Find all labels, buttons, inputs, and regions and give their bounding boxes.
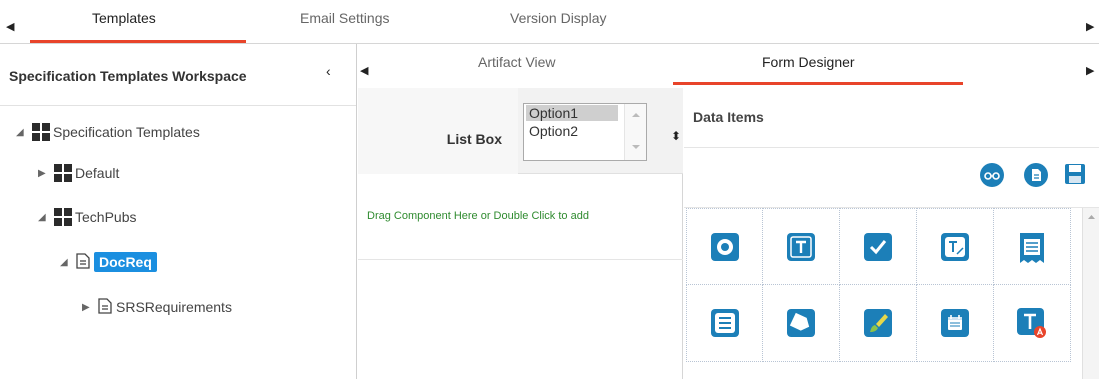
collapsed-toggle-icon[interactable]: ▶: [38, 168, 54, 179]
list-box-icon: [710, 309, 739, 337]
list-box-option[interactable]: Option2: [526, 123, 618, 139]
document-icon: [76, 252, 90, 272]
grid-icon: [54, 164, 72, 182]
tree-node-techpubs[interactable]: ◢ TechPubs: [38, 204, 136, 230]
active-tab-underline: [673, 82, 963, 85]
rich-text-component[interactable]: [917, 208, 994, 285]
rich-text-icon: [941, 232, 969, 261]
scroll-up-arrow-icon[interactable]: [1083, 208, 1099, 228]
scroll-right-arrow-icon[interactable]: ▶: [1086, 22, 1094, 33]
list-box-option-selected[interactable]: Option1: [526, 105, 618, 121]
templates-workspace-panel: Specification Templates Workspace ‹ ◢ Sp…: [0, 44, 357, 379]
tree-node-default[interactable]: ▶ Default: [38, 160, 119, 186]
tree-node-label: TechPubs: [75, 209, 137, 225]
collapsed-toggle-icon[interactable]: ▶: [82, 302, 98, 313]
list-box-component[interactable]: [686, 285, 763, 362]
text-area-icon: [1020, 232, 1044, 263]
designer-tab-bar: ◀ Artifact View Form Designer ▶: [358, 44, 1099, 88]
tree-node-label: SRSRequirements: [116, 299, 232, 315]
tree-node-label-selected: DocReq: [94, 252, 157, 272]
document-icon: [98, 297, 112, 317]
scroll-left-arrow-icon[interactable]: ◀: [6, 22, 14, 33]
list-box-field-row[interactable]: List Box Option1 Option2 ⬍: [358, 88, 683, 174]
drop-zone[interactable]: Drag Component Here or Double Click to a…: [358, 174, 683, 260]
field-label-cell: List Box: [358, 88, 518, 174]
checkbox-icon: [864, 232, 892, 261]
data-items-header: Data Items: [684, 88, 1099, 148]
tag-component[interactable]: [763, 285, 840, 362]
tree-node-label: Specification Templates: [53, 124, 200, 140]
color-picker-component[interactable]: [840, 285, 917, 362]
scroll-right-arrow-icon[interactable]: ▶: [1086, 66, 1094, 77]
expanded-toggle-icon[interactable]: ◢: [38, 212, 54, 223]
drop-zone-hint: Drag Component Here or Double Click to a…: [367, 210, 589, 222]
list-box-control[interactable]: Option1 Option2: [523, 103, 647, 161]
radio-button-icon: [710, 232, 739, 261]
grid-icon: [32, 123, 50, 141]
workspace-title: Specification Templates Workspace: [9, 68, 247, 84]
radio-button-component[interactable]: [686, 208, 763, 285]
scroll-arrows-icon: [632, 113, 640, 149]
tab-email-settings[interactable]: Email Settings: [300, 10, 389, 26]
form-design-canvas: List Box Option1 Option2 ⬍ Drag Componen…: [358, 88, 683, 379]
calendar-icon: [941, 309, 969, 337]
save-icon[interactable]: [1064, 163, 1086, 190]
tab-version-display[interactable]: Version Display: [510, 10, 607, 26]
text-field-icon: [787, 232, 815, 261]
checkbox-component[interactable]: [840, 208, 917, 285]
data-items-toolbar: [684, 148, 1099, 208]
tree-node-specification-templates[interactable]: ◢ Specification Templates: [16, 119, 200, 145]
active-tab-underline: [30, 40, 246, 43]
top-tab-bar: ◀ Templates Email Settings Version Displ…: [0, 0, 1099, 44]
scroll-left-arrow-icon[interactable]: ◀: [360, 66, 368, 77]
tree-node-srsrequirements[interactable]: ▶ SRSRequirements: [82, 294, 232, 320]
grid-icon: [54, 208, 72, 226]
data-items-panel: Data Items: [684, 88, 1099, 379]
collapse-panel-icon[interactable]: ‹: [326, 64, 331, 78]
data-items-title: Data Items: [693, 109, 764, 125]
text-label-icon: [1017, 308, 1046, 338]
tag-icon: [787, 309, 815, 337]
workspace-header: Specification Templates Workspace ‹: [0, 44, 356, 106]
calendar-component[interactable]: [917, 285, 994, 362]
tab-artifact-view[interactable]: Artifact View: [478, 54, 556, 70]
component-palette: [686, 208, 1071, 363]
list-box-scrollbar[interactable]: [624, 104, 646, 160]
tree-node-label: Default: [75, 165, 120, 181]
tab-templates[interactable]: Templates: [92, 10, 156, 26]
tree-node-docreq[interactable]: ◢ DocReq: [60, 249, 157, 275]
text-area-component[interactable]: [994, 208, 1071, 285]
text-field-component[interactable]: [763, 208, 840, 285]
glasses-preview-icon[interactable]: [980, 163, 1004, 192]
component-palette-scrollbar[interactable]: [1082, 208, 1099, 379]
expanded-toggle-icon[interactable]: ◢: [16, 127, 32, 138]
resize-handle-icon[interactable]: ⬍: [671, 130, 681, 142]
expanded-toggle-icon[interactable]: ◢: [60, 257, 76, 268]
tab-form-designer[interactable]: Form Designer: [762, 54, 855, 70]
list-box-label: List Box: [446, 131, 502, 147]
text-label-component[interactable]: [994, 285, 1071, 362]
color-picker-icon: [864, 309, 892, 337]
document-icon[interactable]: [1024, 163, 1048, 192]
